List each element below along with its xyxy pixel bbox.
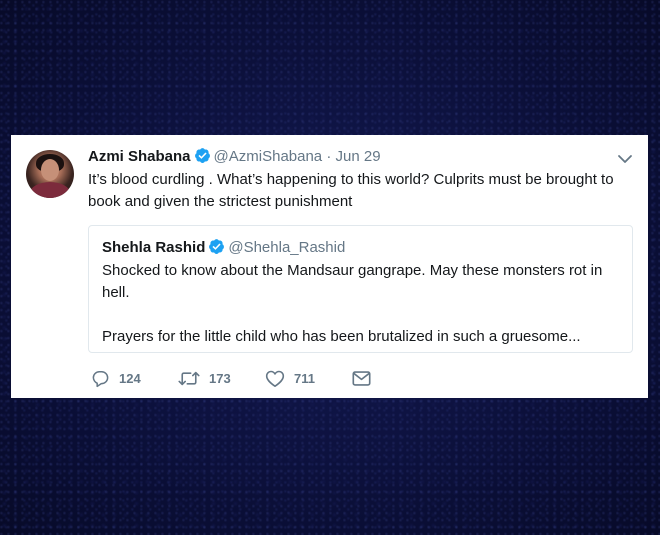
envelope-icon: [352, 370, 371, 387]
reply-icon: [91, 369, 110, 388]
chevron-down-icon[interactable]: [617, 152, 633, 164]
reply-count: 124: [119, 370, 141, 386]
tweet-date[interactable]: Jun 29: [336, 148, 381, 165]
retweet-button[interactable]: 173: [178, 369, 265, 388]
separator-dot: ·: [322, 148, 335, 165]
tweet-card: Azmi Shabana @AzmiShabana · Jun 29 It’s b…: [11, 135, 648, 398]
retweet-icon: [178, 369, 200, 388]
quoted-tweet-line-2: Prayers for the little child who has bee…: [102, 328, 581, 345]
verified-badge-icon: [194, 147, 211, 170]
avatar-face: [41, 159, 59, 181]
tweet-actions: 124 173 711: [91, 367, 371, 389]
like-button[interactable]: 711: [265, 369, 352, 388]
quoted-tweet-header: Shehla Rashid @Shehla_Rashid: [102, 238, 345, 261]
reply-button[interactable]: 124: [91, 369, 178, 388]
like-count: 711: [294, 370, 315, 386]
tweet-text: It’s blood curdling . What’s happening t…: [88, 171, 614, 210]
author-name[interactable]: Azmi Shabana: [88, 148, 191, 165]
retweet-count: 173: [209, 370, 231, 386]
direct-message-button[interactable]: [352, 370, 371, 387]
quoted-tweet-line-1: Shocked to know about the Mandsaur gangr…: [102, 262, 603, 301]
avatar-shoulders: [30, 182, 70, 198]
tweet-header: Azmi Shabana @AzmiShabana · Jun 29: [88, 147, 381, 170]
verified-badge-icon: [208, 238, 225, 261]
heart-icon: [265, 369, 285, 388]
quoted-tweet[interactable]: Shehla Rashid @Shehla_Rashid Shocked to k…: [88, 225, 633, 353]
author-avatar[interactable]: [26, 150, 74, 198]
quoted-author-name: Shehla Rashid: [102, 239, 206, 256]
separator-text: ·: [326, 148, 332, 165]
quoted-author-handle: @Shehla_Rashid: [228, 239, 346, 256]
quoted-tweet-text: Shocked to know about the Mandsaur gangr…: [102, 260, 622, 348]
author-handle[interactable]: @AzmiShabana: [214, 148, 323, 165]
